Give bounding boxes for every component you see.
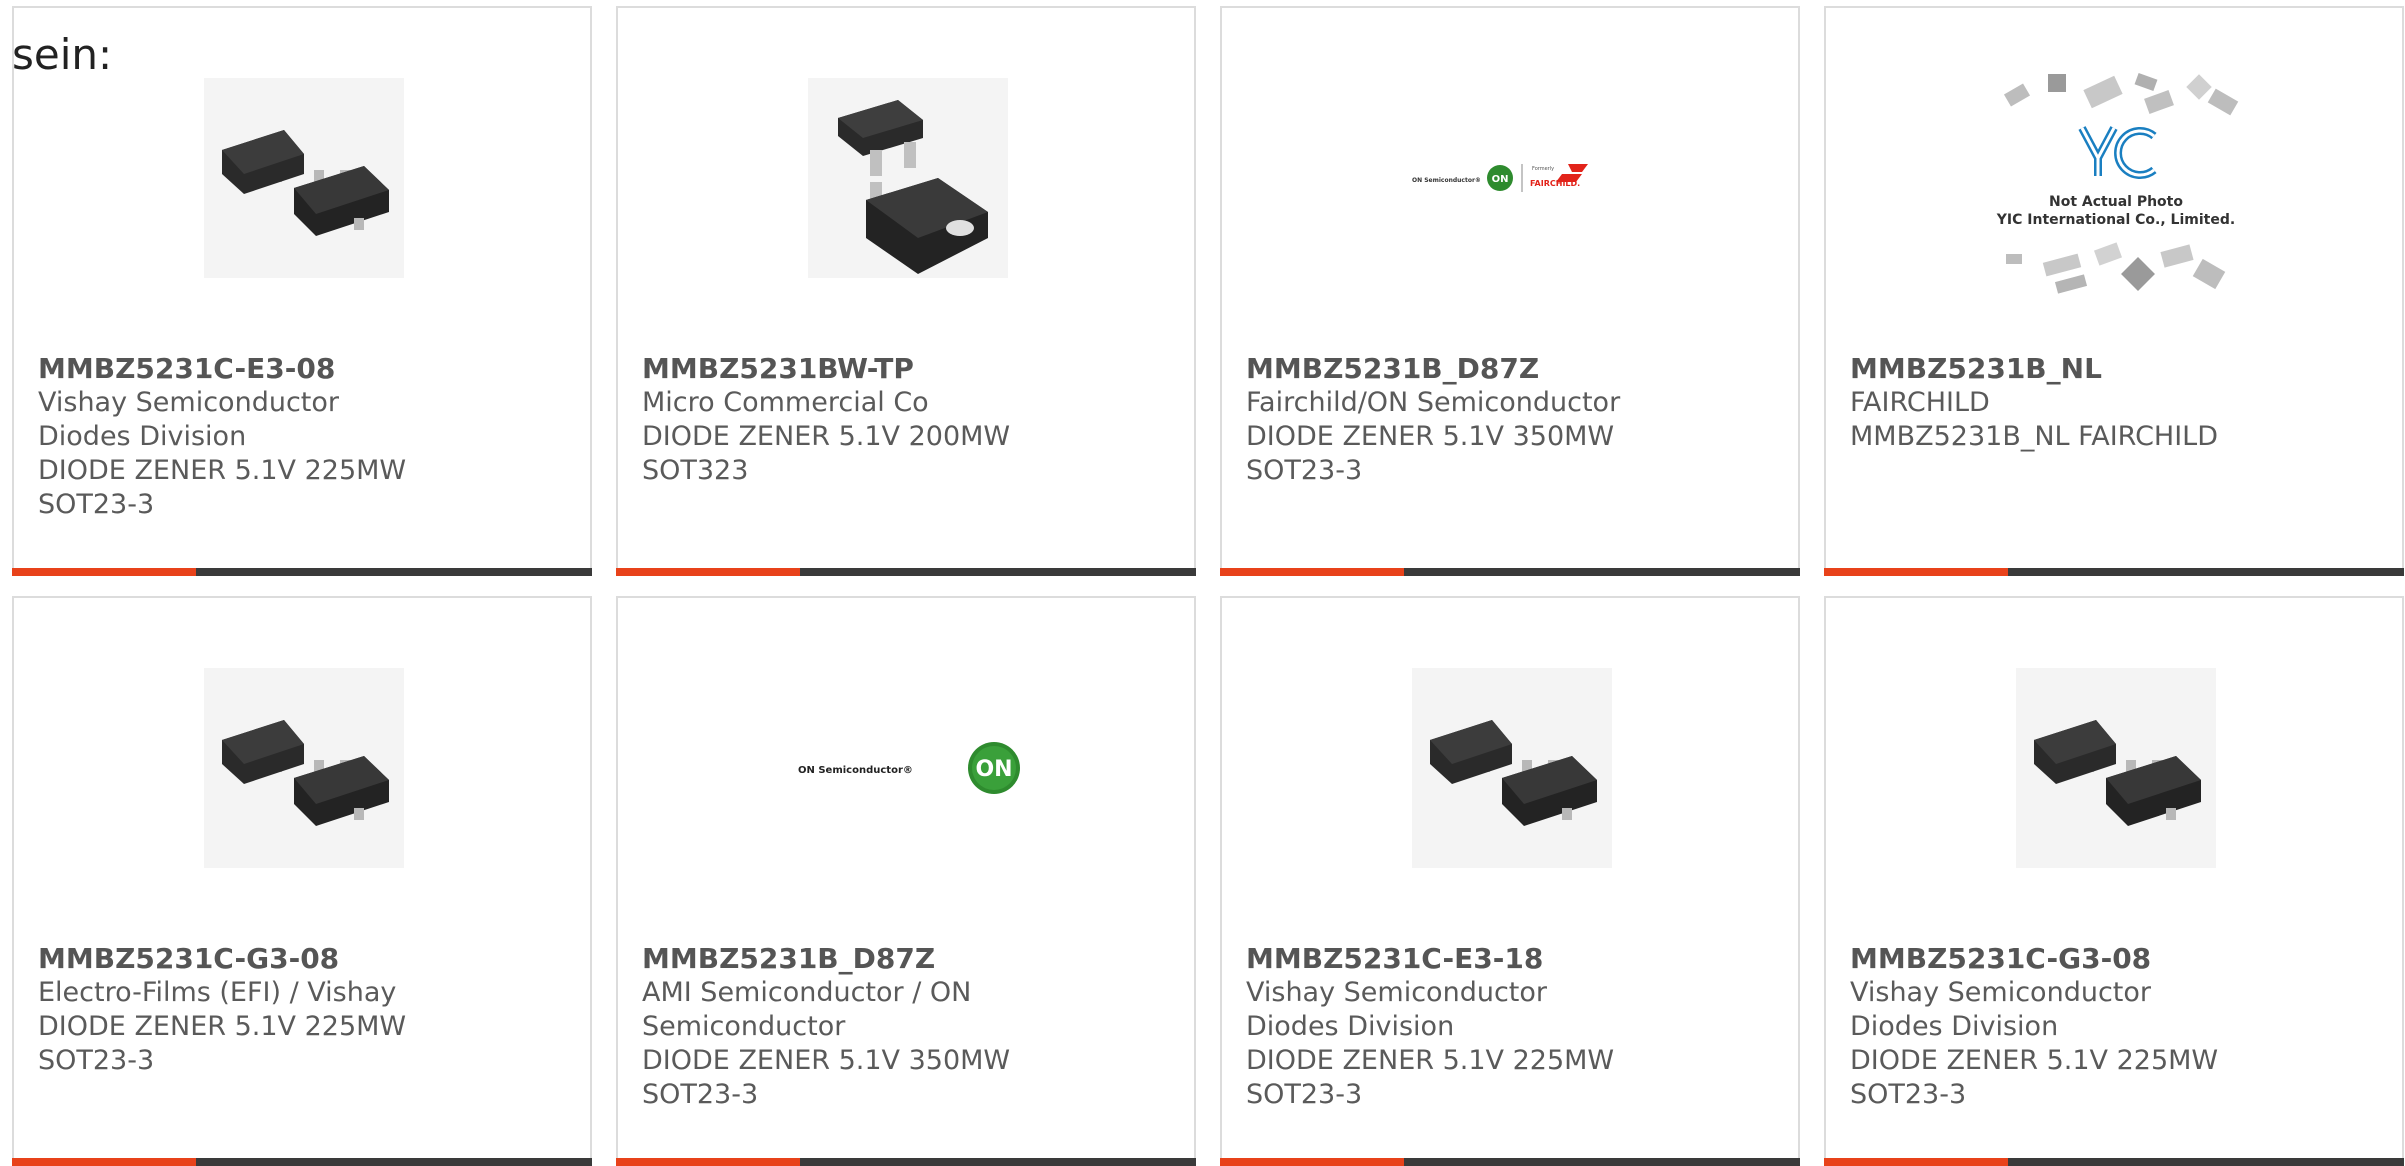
product-card[interactable]: ON Semiconductor® ON Formerly FAIRCHILD.… <box>1220 6 1800 576</box>
product-info: MMBZ5231BW-TP Micro Commercial Co DIODE … <box>642 352 1174 488</box>
product-info: MMBZ5231C-G3-08 Vishay Semiconductor Dio… <box>1850 942 2382 1112</box>
card-accent-bar <box>616 568 800 576</box>
card-bottom-bar <box>616 568 1196 576</box>
card-bottom-bar <box>1220 1158 1800 1166</box>
product-info: MMBZ5231B_NL FAIRCHILD MMBZ5231B_NL FAIR… <box>1850 352 2382 454</box>
part-number[interactable]: MMBZ5231C-G3-08 <box>1850 942 2382 976</box>
sot23-package-icon <box>204 78 404 278</box>
product-image[interactable]: ON Semiconductor® ON Formerly FAIRCHILD. <box>1412 78 1612 278</box>
description: DIODE ZENER 5.1V 225MW <box>1850 1045 2219 1076</box>
card-accent-bar <box>1824 568 2008 576</box>
sot23-package-icon <box>204 668 404 868</box>
card-bottom-bar <box>1220 568 1800 576</box>
sot23-package-icon <box>2016 668 2216 868</box>
description: DIODE ZENER 5.1V 225MW <box>38 1011 407 1042</box>
svg-text:Not Actual Photo: Not Actual Photo <box>2049 194 2183 210</box>
card-accent-bar <box>1220 1158 1404 1166</box>
card-accent-bar <box>12 568 196 576</box>
manufacturer: Micro Commercial Co <box>642 387 929 418</box>
product-info: MMBZ5231B_D87Z Fairchild/ON Semiconducto… <box>1246 352 1778 488</box>
intro-text: sein: <box>12 30 113 79</box>
card-bottom-bar <box>1824 568 2404 576</box>
product-image[interactable] <box>204 78 404 278</box>
package: SOT23-3 <box>1246 1079 1363 1110</box>
sot23-package-icon <box>1412 668 1612 868</box>
product-image[interactable] <box>1412 668 1612 868</box>
manufacturer: Fairchild/ON Semiconductor <box>1246 387 1621 418</box>
description: DIODE ZENER 5.1V 350MW <box>642 1045 1011 1076</box>
svg-text:FAIRCHILD.: FAIRCHILD. <box>1530 179 1580 188</box>
product-card[interactable]: MMBZ5231C-E3-08 Vishay Semiconductor Dio… <box>12 6 592 576</box>
description: DIODE ZENER 5.1V 350MW <box>1246 421 1615 452</box>
sot323-package-icon <box>808 78 1008 278</box>
yic-not-actual-photo-icon: Not Actual Photo YIC International Co., … <box>1996 72 2239 294</box>
manufacturer: Vishay Semiconductor Diodes Division <box>38 387 339 452</box>
svg-text:ON: ON <box>1492 174 1509 185</box>
part-number[interactable]: MMBZ5231C-E3-18 <box>1246 942 1778 976</box>
manufacturer: FAIRCHILD <box>1850 387 1990 418</box>
part-number[interactable]: MMBZ5231BW-TP <box>642 352 1174 386</box>
package: SOT23-3 <box>1246 455 1363 486</box>
product-info: MMBZ5231B_D87Z AMI Semiconductor / ON Se… <box>642 942 1174 1112</box>
package: SOT323 <box>642 455 749 486</box>
card-bottom-bar <box>616 1158 1196 1166</box>
part-number[interactable]: MMBZ5231C-G3-08 <box>38 942 570 976</box>
product-image[interactable]: Not Actual Photo YIC International Co., … <box>1986 58 2246 298</box>
on-semi-logo-icon: ON Semiconductor® ON <box>798 742 1020 794</box>
part-number[interactable]: MMBZ5231B_D87Z <box>1246 352 1778 386</box>
package: SOT23-3 <box>38 489 155 520</box>
product-image[interactable]: ON Semiconductor® ON <box>788 668 1028 868</box>
card-accent-bar <box>12 1158 196 1166</box>
product-card[interactable]: MMBZ5231C-G3-08 Vishay Semiconductor Dio… <box>1824 596 2404 1166</box>
product-image[interactable] <box>808 78 1008 278</box>
package: SOT23-3 <box>642 1079 759 1110</box>
package: SOT23-3 <box>1850 1079 1967 1110</box>
description: DIODE ZENER 5.1V 200MW <box>642 421 1011 452</box>
product-card[interactable]: ON Semiconductor® ON MMBZ5231B_D87Z AMI … <box>616 596 1196 1166</box>
product-card[interactable]: MMBZ5231C-G3-08 Electro-Films (EFI) / Vi… <box>12 596 592 1166</box>
card-accent-bar <box>1824 1158 2008 1166</box>
svg-text:Formerly: Formerly <box>1532 166 1554 172</box>
card-bottom-bar <box>1824 1158 2404 1166</box>
product-info: MMBZ5231C-E3-08 Vishay Semiconductor Dio… <box>38 352 570 522</box>
manufacturer: AMI Semiconductor / ON Semiconductor <box>642 977 972 1042</box>
part-number[interactable]: MMBZ5231B_NL <box>1850 352 2382 386</box>
svg-text:ON Semiconductor®: ON Semiconductor® <box>798 765 913 776</box>
description: DIODE ZENER 5.1V 225MW <box>1246 1045 1615 1076</box>
card-accent-bar <box>616 1158 800 1166</box>
product-card[interactable]: MMBZ5231BW-TP Micro Commercial Co DIODE … <box>616 6 1196 576</box>
svg-text:ON Semiconductor®: ON Semiconductor® <box>1412 177 1481 184</box>
product-card[interactable]: Not Actual Photo YIC International Co., … <box>1824 6 2404 576</box>
part-number[interactable]: MMBZ5231B_D87Z <box>642 942 1174 976</box>
product-info: MMBZ5231C-G3-08 Electro-Films (EFI) / Vi… <box>38 942 570 1078</box>
description: DIODE ZENER 5.1V 225MW <box>38 455 407 486</box>
manufacturer: Vishay Semiconductor Diodes Division <box>1850 977 2151 1042</box>
part-number[interactable]: MMBZ5231C-E3-08 <box>38 352 570 386</box>
svg-text:ON: ON <box>975 757 1012 782</box>
product-grid: MMBZ5231C-E3-08 Vishay Semiconductor Dio… <box>12 6 2405 1166</box>
manufacturer: Electro-Films (EFI) / Vishay <box>38 977 397 1008</box>
card-bottom-bar <box>12 568 592 576</box>
manufacturer: Vishay Semiconductor Diodes Division <box>1246 977 1547 1042</box>
product-card[interactable]: MMBZ5231C-E3-18 Vishay Semiconductor Dio… <box>1220 596 1800 1166</box>
card-bottom-bar <box>12 1158 592 1166</box>
product-info: MMBZ5231C-E3-18 Vishay Semiconductor Dio… <box>1246 942 1778 1112</box>
on-fairchild-logo-icon: ON Semiconductor® ON Formerly FAIRCHILD. <box>1412 164 1588 192</box>
product-image[interactable] <box>204 668 404 868</box>
card-accent-bar <box>1220 568 1404 576</box>
svg-text:YIC International Co., Limited: YIC International Co., Limited. <box>1996 212 2235 228</box>
description: MMBZ5231B_NL FAIRCHILD <box>1850 421 2219 452</box>
product-image[interactable] <box>2016 668 2216 868</box>
package: SOT23-3 <box>38 1045 155 1076</box>
